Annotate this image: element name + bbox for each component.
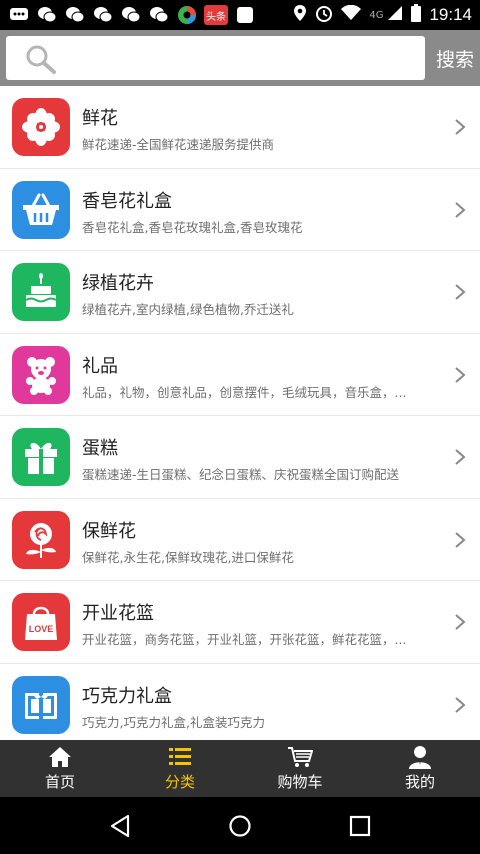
chocolate-box-icon — [12, 675, 70, 734]
user-icon — [409, 746, 431, 769]
back-button[interactable] — [105, 811, 135, 841]
wechat-icon — [36, 5, 58, 25]
system-nav-bar — [0, 797, 480, 854]
category-row[interactable]: 保鲜花 保鲜花,永生花,保鲜玫瑰花,进口保鲜花 — [0, 499, 480, 581]
category-title: 礼品 — [82, 355, 118, 377]
tab-label: 分类 — [164, 773, 195, 791]
search-header: 搜索 — [0, 30, 480, 86]
love-bag-icon: LOVE — [12, 593, 70, 651]
basket-icon — [12, 180, 70, 239]
flower-icon — [12, 98, 70, 156]
category-row[interactable]: 绿植花卉 绿植花卉,室内绿植,绿色植物,乔迁送礼 — [0, 251, 480, 334]
category-title: 绿植花卉 — [82, 273, 154, 294]
chevron-right-icon — [455, 449, 466, 465]
recents-button[interactable] — [345, 811, 375, 841]
home-circle-icon — [229, 814, 251, 837]
chevron-right-icon — [455, 119, 466, 135]
category-row[interactable]: LOVE 开业花篮 开业花篮，商务花篮，开业礼篮，开张花篮，鲜花花篮，... — [0, 581, 480, 664]
svg-text:LOVE: LOVE — [29, 624, 54, 634]
category-subtitle: 鲜花速递-全国鲜花速递服务提供商 — [82, 137, 275, 152]
category-row[interactable]: 鲜花 鲜花速递-全国鲜花速递服务提供商 — [0, 86, 480, 169]
home-icon — [49, 747, 71, 767]
rose-icon — [12, 510, 70, 569]
status-bar: 头条 4G 19:14 — [0, 0, 480, 30]
blank-notification-icon — [234, 5, 256, 25]
category-title: 香皂花礼盒 — [82, 190, 172, 212]
wechat-icon — [92, 5, 114, 25]
tab-label: 我的 — [404, 773, 435, 791]
category-title: 巧克力礼盒 — [82, 685, 172, 707]
wechat-icon — [120, 5, 142, 25]
category-row[interactable]: 巧克力礼盒 巧克力,巧克力礼盒,礼盒装巧克力 — [0, 664, 480, 741]
home-button[interactable] — [225, 811, 255, 841]
system-status: 4G 19:14 — [293, 3, 472, 27]
recents-square-icon — [349, 815, 371, 836]
search-button[interactable]: 搜索 — [430, 36, 480, 80]
cake-plant-icon — [12, 263, 70, 321]
tab-label: 首页 — [44, 773, 75, 791]
chevron-right-icon — [455, 201, 466, 218]
gift-icon — [12, 428, 70, 486]
category-title: 开业花篮 — [82, 603, 154, 624]
search-input[interactable] — [68, 42, 418, 74]
category-row[interactable]: 蛋糕 蛋糕速递-生日蛋糕、纪念日蛋糕、庆祝蛋糕全国订购配送 — [0, 416, 480, 499]
category-subtitle: 巧克力,巧克力礼盒,礼盒装巧克力 — [82, 714, 265, 730]
category-title: 鲜花 — [82, 108, 118, 129]
notification-icons: 头条 — [8, 4, 256, 26]
wechat-icon — [148, 5, 170, 25]
tab-label: 购物车 — [277, 773, 323, 791]
cart-icon — [288, 747, 313, 767]
color-wheel-icon — [176, 5, 198, 25]
category-subtitle: 蛋糕速递-生日蛋糕、纪念日蛋糕、庆祝蛋糕全国订购配送 — [82, 467, 400, 482]
search-box[interactable] — [6, 36, 425, 80]
battery-icon — [411, 4, 422, 26]
category-title: 保鲜花 — [82, 520, 136, 542]
chevron-right-icon — [455, 614, 466, 630]
tab-cart[interactable]: 购物车 — [240, 740, 360, 797]
category-subtitle: 礼品，礼物，创意礼品，创意摆件，毛绒玩具，音乐盒，... — [82, 384, 407, 400]
list-icon — [169, 748, 191, 765]
clock: 19:14 — [429, 5, 472, 24]
bottom-tab-bar: 首页 分类 购物车 我的 — [0, 740, 480, 797]
alarm-icon — [315, 4, 333, 26]
category-row[interactable]: 礼品 礼品，礼物，创意礼品，创意摆件，毛绒玩具，音乐盒，... — [0, 334, 480, 416]
chat-bubble-icon — [8, 5, 30, 25]
tab-home[interactable]: 首页 — [0, 740, 120, 797]
chevron-right-icon — [455, 366, 466, 383]
category-title: 蛋糕 — [82, 438, 118, 459]
network-type: 4G — [369, 9, 384, 21]
signal-icon — [387, 5, 403, 25]
toutiao-badge: 头条 — [204, 5, 228, 25]
category-row[interactable]: 香皂花礼盒 香皂花礼盒,香皂花玫瑰礼盒,香皂玫瑰花 — [0, 169, 480, 251]
category-subtitle: 开业花篮，商务花篮，开业礼篮，开张花篮，鲜花花篮，... — [82, 632, 407, 647]
wifi-icon — [341, 4, 362, 25]
location-icon — [293, 4, 307, 26]
tab-category[interactable]: 分类 — [120, 740, 240, 797]
chevron-right-icon — [455, 696, 466, 713]
back-triangle-icon — [110, 814, 130, 837]
chevron-right-icon — [455, 531, 466, 548]
search-icon — [24, 44, 58, 74]
category-subtitle: 保鲜花,永生花,保鲜玫瑰花,进口保鲜花 — [82, 549, 294, 565]
teddy-bear-icon — [12, 345, 70, 404]
tab-mine[interactable]: 我的 — [360, 740, 480, 797]
category-list: 鲜花 鲜花速递-全国鲜花速递服务提供商 香皂花礼盒 香皂花礼盒,香皂花玫瑰礼盒,… — [0, 86, 480, 740]
category-subtitle: 绿植花卉,室内绿植,绿色植物,乔迁送礼 — [82, 302, 294, 317]
category-subtitle: 香皂花礼盒,香皂花玫瑰礼盒,香皂玫瑰花 — [82, 219, 303, 235]
wechat-icon — [64, 5, 86, 25]
chevron-right-icon — [455, 284, 466, 300]
